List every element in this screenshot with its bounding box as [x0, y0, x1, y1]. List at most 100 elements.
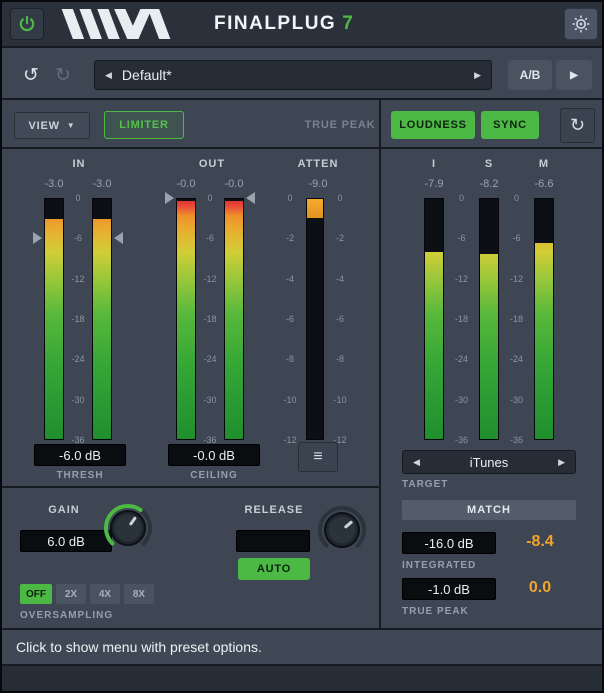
out-meter-left	[176, 198, 196, 440]
gain-knob[interactable]	[100, 500, 156, 556]
in-meter-left	[44, 198, 64, 440]
scale-tick: -10	[328, 395, 352, 405]
true-peak-readout: 0.0	[504, 576, 576, 600]
target-prev-icon[interactable]: ◀	[403, 457, 430, 468]
gain-value-box[interactable]: 6.0 dB	[20, 530, 112, 552]
plugin-window: FINALPLUG7 ↺ ↻ ◀ Default* ▶ A/B	[0, 0, 604, 693]
scale-tick: -36	[446, 435, 477, 445]
m-value: -6.6	[516, 178, 572, 190]
divider	[2, 486, 379, 488]
ab-label: A/B	[520, 68, 541, 82]
integrated-input[interactable]: -16.0 dB	[402, 532, 496, 554]
meter-mask	[425, 199, 443, 252]
scale-tick: -36	[501, 435, 532, 445]
match-button[interactable]: MATCH	[402, 500, 576, 520]
true-peak-input[interactable]: -1.0 dB	[402, 578, 496, 600]
meter-fill	[307, 199, 323, 218]
meter-menu-button[interactable]: ≡	[298, 442, 338, 472]
thresh-value-box[interactable]: -6.0 dB	[34, 444, 126, 466]
out-meter-right	[224, 198, 244, 440]
true-peak-button[interactable]: TRUE PEAK	[298, 111, 382, 139]
divider	[379, 98, 381, 630]
limiter-button[interactable]: LIMITER	[104, 111, 184, 139]
scale-tick: -12	[446, 274, 477, 284]
power-button[interactable]	[10, 8, 44, 40]
release-value-box[interactable]	[236, 530, 310, 552]
preset-name[interactable]: Default*	[122, 67, 464, 83]
scale-tick: -12	[64, 274, 92, 284]
out-scale: 0 -6 -12 -18 -24 -30 -36	[196, 198, 224, 440]
atten-meter	[306, 198, 324, 440]
scale-tick: 0	[196, 193, 224, 203]
preset-next-icon[interactable]: ▶	[464, 70, 491, 81]
release-knob[interactable]	[314, 502, 370, 558]
scale-tick: -8	[278, 354, 302, 364]
scale-tick: 0	[501, 193, 532, 203]
ab-button[interactable]: A/B	[508, 60, 552, 90]
scale-tick: -6	[446, 233, 477, 243]
in-meter-right	[92, 198, 112, 440]
ism-scale-1: 0 -6 -12 -18 -24 -30 -36	[446, 198, 477, 440]
status-message: Click to show menu with preset options.	[16, 639, 262, 655]
scale-tick: -6	[196, 233, 224, 243]
scale-tick: 0	[64, 193, 92, 203]
view-button[interactable]: VIEW ▼	[14, 112, 90, 139]
scale-tick: -6	[328, 314, 352, 324]
header: FINALPLUG7	[2, 2, 602, 48]
undo-icon: ↺	[23, 64, 39, 87]
in-value-right: -3.0	[84, 178, 120, 190]
thresh-marker-right[interactable]	[114, 232, 123, 244]
oversampling-off-button[interactable]: OFF	[20, 584, 52, 604]
scale-tick: -30	[501, 395, 532, 405]
gear-icon	[571, 14, 591, 34]
view-label: VIEW	[28, 120, 59, 132]
scale-tick: -30	[446, 395, 477, 405]
target-next-icon[interactable]: ▶	[548, 457, 575, 468]
loudness-label: LOUDNESS	[399, 119, 467, 131]
scale-tick: -24	[196, 354, 224, 364]
refresh-button[interactable]: ↻	[560, 108, 595, 143]
integrated-label: INTEGRATED	[402, 560, 476, 571]
true-peak-label: TRUE PEAK	[402, 606, 469, 617]
scale-tick: -6	[501, 233, 532, 243]
thresh-marker-left[interactable]	[33, 232, 42, 244]
undo-button[interactable]: ↺	[16, 60, 46, 90]
settings-button[interactable]	[564, 8, 598, 40]
refresh-icon: ↻	[570, 115, 585, 136]
atten-scale-left: 0 -2 -4 -6 -8 -10 -12	[278, 198, 302, 440]
preset-play-button[interactable]: ▶	[556, 60, 592, 90]
scale-tick: -24	[446, 354, 477, 364]
scale-tick: -18	[64, 314, 92, 324]
s-meter-label: S	[461, 158, 517, 170]
ceiling-marker-right[interactable]	[246, 192, 255, 204]
s-meter	[479, 198, 499, 440]
oversampling-4x-button[interactable]: 4X	[90, 584, 120, 604]
meter-mask	[535, 199, 553, 243]
scale-tick: -4	[278, 274, 302, 284]
oversampling-8x-button[interactable]: 8X	[124, 584, 154, 604]
sync-button[interactable]: SYNC	[481, 111, 539, 139]
meter-fill	[225, 199, 243, 439]
scale-tick: -4	[328, 274, 352, 284]
preset-selector[interactable]: ◀ Default* ▶	[94, 60, 492, 90]
integrated-readout: -8.4	[504, 530, 576, 554]
power-icon	[17, 14, 37, 34]
ceiling-marker-left[interactable]	[165, 192, 174, 204]
scale-tick: -24	[64, 354, 92, 364]
atten-scale-right: 0 -2 -4 -6 -8 -10 -12	[328, 198, 352, 440]
auto-release-button[interactable]: AUTO	[238, 558, 310, 580]
oversampling-2x-button[interactable]: 2X	[56, 584, 86, 604]
sync-label: SYNC	[493, 119, 527, 131]
ceiling-value-box[interactable]: -0.0 dB	[168, 444, 260, 466]
m-meter	[534, 198, 554, 440]
meter-mask	[45, 199, 63, 219]
preset-prev-icon[interactable]: ◀	[95, 70, 122, 81]
redo-button[interactable]: ↻	[48, 60, 78, 90]
scale-tick: -12	[501, 274, 532, 284]
ceiling-label: CEILING	[168, 470, 260, 481]
thresh-label: THRESH	[34, 470, 126, 481]
loudness-button[interactable]: LOUDNESS	[391, 111, 475, 139]
target-value[interactable]: iTunes	[430, 455, 548, 470]
target-selector[interactable]: ◀ iTunes ▶	[402, 450, 576, 474]
scale-tick: -18	[196, 314, 224, 324]
